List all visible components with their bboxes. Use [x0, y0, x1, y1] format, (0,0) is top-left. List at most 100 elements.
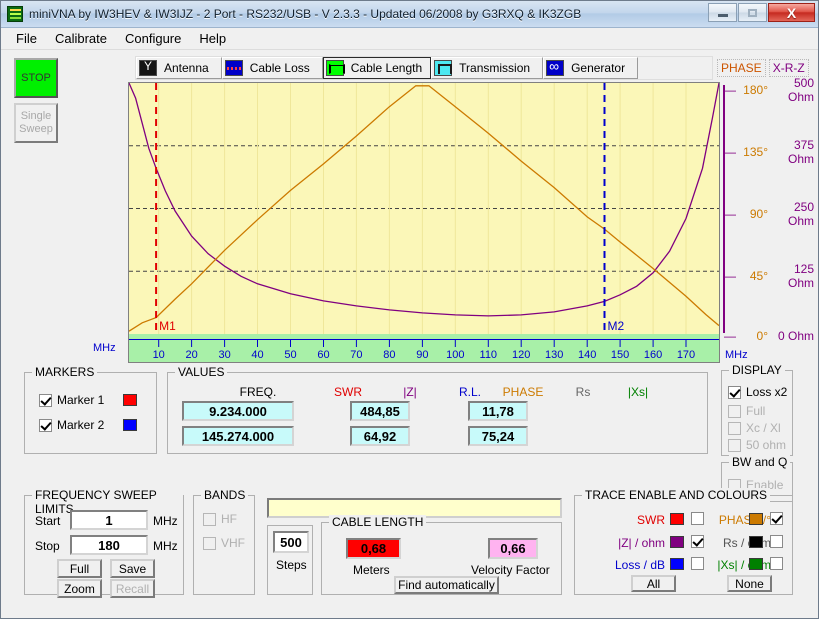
trace-xs-color-swatch[interactable] [749, 558, 763, 570]
menu-bar: File Calibrate Configure Help [1, 28, 818, 50]
values-row1-z[interactable]: 484,85 [350, 401, 410, 421]
tab-generator[interactable]: Generator [543, 57, 639, 79]
bands-vhf-label: VHF [221, 536, 245, 550]
tab-antenna-label: Antenna [164, 61, 209, 75]
marker-1-label: Marker 1 [57, 393, 105, 407]
window-buttons: X [707, 3, 815, 22]
marker-1-color-swatch[interactable] [123, 394, 138, 406]
display-xc-xl-checkbox[interactable] [728, 421, 741, 435]
tab-cable-loss[interactable]: Cable Loss [221, 57, 323, 79]
tab-transmission[interactable]: Transmission [431, 57, 544, 79]
find-automatically-button[interactable]: Find automatically [394, 576, 499, 594]
trace-all-button[interactable]: All [631, 575, 676, 592]
trace-rs-checkbox[interactable] [770, 535, 783, 548]
sweep-start-unit: MHz [153, 514, 178, 528]
stop-button[interactable]: STOP [14, 58, 58, 98]
values-row2-z[interactable]: 64,92 [350, 426, 410, 446]
close-button[interactable]: X [768, 3, 815, 22]
marker-1-checkbox[interactable] [39, 393, 52, 407]
chart-area[interactable]: M1 M2 10 20 30 40 50 60 70 80 90 100 110 120 130 140 15… [128, 82, 720, 363]
tab-antenna[interactable]: Antenna [136, 57, 222, 79]
display-50ohm-row[interactable]: 50 ohm [728, 438, 786, 452]
x-axis-svg: 10 20 30 40 50 60 70 80 90 100 110 120 130 140 150 160 1… [129, 339, 719, 361]
sweep-save-button[interactable]: Save [110, 559, 155, 578]
y-tick-ohm: 500 Ohm [787, 76, 814, 104]
menu-item-configure[interactable]: Configure [116, 29, 190, 48]
infinity-icon [546, 58, 565, 76]
markers-legend: MARKERS [32, 365, 98, 379]
display-legend: DISPLAY [729, 363, 785, 377]
trace-xs-checkbox[interactable] [770, 557, 783, 570]
waveform-icon [224, 60, 243, 76]
display-loss-x2-label: Loss x2 [746, 385, 788, 399]
x-tick-label-1: 20 [185, 349, 197, 361]
trace-loss-color-swatch[interactable] [670, 558, 684, 570]
marker-2-label: Marker 2 [57, 418, 105, 432]
menu-item-calibrate[interactable]: Calibrate [46, 29, 116, 48]
values-row2-freq[interactable]: 145.274.000 [182, 426, 294, 446]
marker-2-color-swatch[interactable] [123, 419, 138, 431]
cable-length-meters-value[interactable]: 0,68 [346, 538, 401, 559]
trace-swr-color-swatch[interactable] [670, 513, 684, 525]
trace-z-label: |Z| / ohm [618, 536, 665, 550]
trace-rs-color-swatch[interactable] [749, 536, 763, 548]
display-50ohm-checkbox[interactable] [728, 438, 741, 452]
y-tick-dash: — [724, 145, 736, 159]
bands-hf-checkbox[interactable] [203, 512, 216, 526]
marker-1-row[interactable]: Marker 1 [39, 393, 138, 407]
y-tick-ohm: 0 Ohm [777, 329, 814, 343]
display-full-checkbox[interactable] [728, 404, 741, 418]
values-header-rs: Rs [575, 385, 591, 399]
trace-phase-checkbox[interactable] [770, 512, 783, 525]
values-header-xs: |Xs| [627, 385, 649, 399]
sweep-stop-input[interactable]: 180 [70, 535, 148, 555]
menu-item-help[interactable]: Help [190, 29, 235, 48]
single-sweep-button[interactable]: Single Sweep [14, 103, 58, 143]
x-tick-label-13: 140 [578, 349, 596, 361]
trace-loss-label: Loss / dB [614, 558, 665, 572]
menu-item-file[interactable]: File [7, 29, 46, 48]
marker-2-checkbox[interactable] [39, 418, 52, 432]
values-row1-freq[interactable]: 9.234.000 [182, 401, 294, 421]
y-tick-0: — 180° 500 Ohm [724, 76, 819, 104]
sweep-start-input[interactable]: 1 [70, 510, 148, 530]
x-tick-label-9: 100 [446, 349, 464, 361]
phase-mode-label[interactable]: PHASE [717, 59, 766, 77]
steps-input[interactable]: 500 [273, 531, 309, 553]
y-tick-degree: 180° [743, 83, 768, 97]
trace-z-color-swatch[interactable] [670, 536, 684, 548]
x-tick-label-5: 60 [317, 349, 329, 361]
display-full-row[interactable]: Full [728, 404, 765, 418]
values-legend: VALUES [175, 365, 228, 379]
x-tick-label-6: 70 [350, 349, 362, 361]
tab-cable-length-label: Cable Length [350, 61, 423, 75]
trace-legend: TRACE ENABLE AND COLOURS [582, 488, 771, 502]
display-xc-xl-row[interactable]: Xc / Xl [728, 421, 781, 435]
sweep-full-button[interactable]: Full [57, 559, 102, 578]
display-xc-xl-label: Xc / Xl [746, 421, 781, 435]
plot-canvas: M1 M2 [129, 83, 719, 334]
trace-phase-color-swatch[interactable] [749, 513, 763, 525]
marker-2-row[interactable]: Marker 2 [39, 418, 138, 432]
trace-none-button[interactable]: None [727, 575, 772, 592]
display-loss-x2-row[interactable]: Loss x2 [728, 385, 787, 399]
y-tick-degree: 90° [749, 207, 768, 221]
tab-cable-length[interactable]: Cable Length [322, 57, 432, 79]
bands-vhf-checkbox[interactable] [203, 536, 216, 550]
display-loss-x2-checkbox[interactable] [728, 385, 741, 399]
maximize-button[interactable] [738, 3, 767, 22]
sweep-stop-label: Stop [35, 539, 60, 553]
bands-vhf-row[interactable]: VHF [203, 536, 245, 550]
cable-length-velocity-value[interactable]: 0,66 [488, 538, 538, 559]
sweep-zoom-button[interactable]: Zoom [57, 579, 102, 598]
series-impedance [129, 83, 719, 317]
values-row1-phase[interactable]: 11,78 [468, 401, 528, 421]
values-row2-phase[interactable]: 75,24 [468, 426, 528, 446]
values-header-z: |Z| [403, 385, 417, 399]
bands-hf-row[interactable]: HF [203, 512, 237, 526]
sweep-recall-button[interactable]: Recall [110, 579, 155, 598]
y-axis-ticks: — 180° 500 Ohm — 135° 375 Ohm — 90° 250 Ohm — 45° 1… [724, 76, 819, 343]
values-panel: VALUES FREQ. SWR |Z| R.L. PHASE Rs |Xs| … [167, 365, 708, 454]
minimize-button[interactable] [708, 3, 737, 22]
xrz-mode-label[interactable]: X-R-Z [768, 59, 809, 77]
